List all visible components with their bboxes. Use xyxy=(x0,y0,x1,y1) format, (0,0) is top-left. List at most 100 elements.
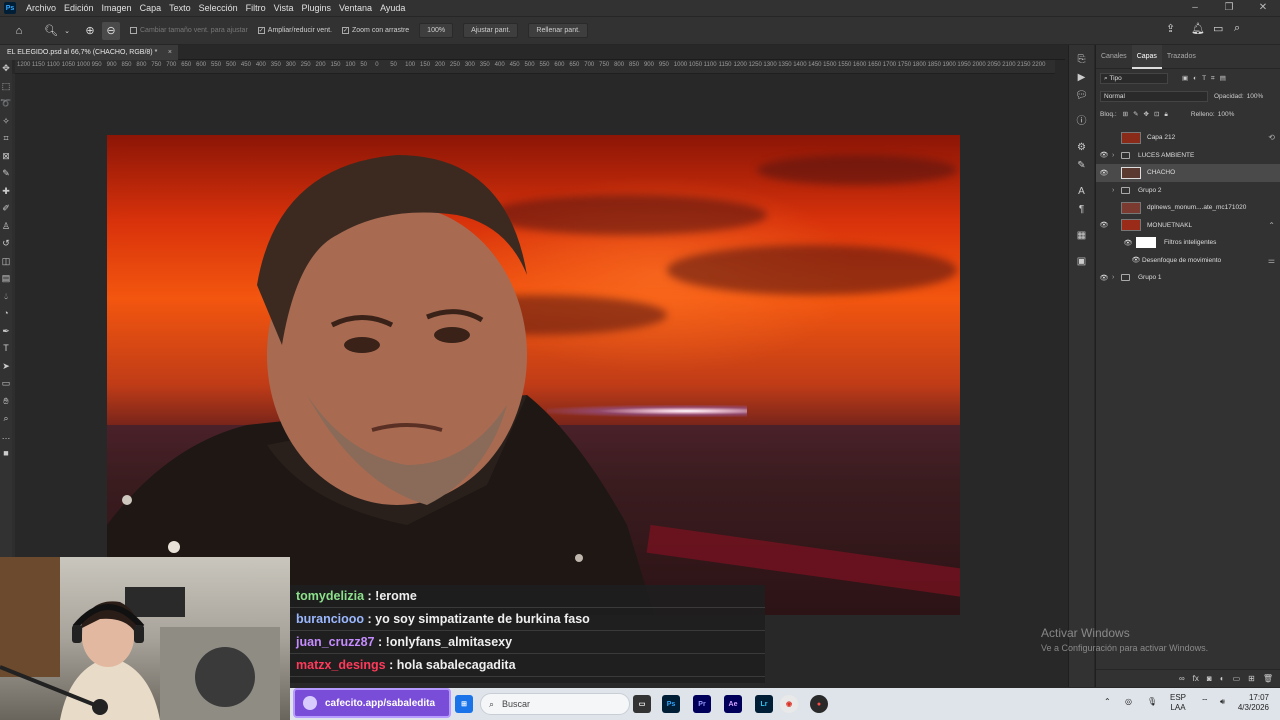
dodge-tool-icon[interactable]: ◔ xyxy=(3,305,8,323)
task-view-icon[interactable]: ▭ xyxy=(633,695,651,713)
magic-wand-icon[interactable]: ✧ xyxy=(2,113,10,131)
adjustment-layer-icon[interactable]: ◐ xyxy=(1220,674,1225,683)
frame-tool-icon[interactable]: ⊠ xyxy=(2,148,10,166)
link-layers-icon[interactable]: ∞ xyxy=(1179,674,1185,683)
lightroom-taskbar-icon[interactable]: Lr xyxy=(755,695,773,713)
wifi-icon[interactable]: ⌔ xyxy=(1201,697,1209,707)
chevron-right-icon[interactable]: › xyxy=(1112,187,1121,194)
adjustments-icon[interactable]: ⚙ xyxy=(1077,139,1086,157)
eye-icon[interactable]: 👁︎ xyxy=(1096,274,1112,282)
healing-brush-icon[interactable]: ✚ xyxy=(2,183,10,201)
after-effects-taskbar-icon[interactable]: Ae xyxy=(724,695,742,713)
trash-icon[interactable]: 🗑︎ xyxy=(1263,674,1273,683)
minimize-icon[interactable]: – xyxy=(1178,0,1212,16)
zoom-resize-checkbox[interactable]: ✓ Ampliar/reducir vent. xyxy=(257,27,332,34)
menu-seleccion[interactable]: Selección xyxy=(195,3,242,13)
eye-icon[interactable]: 👁︎ xyxy=(1096,169,1112,177)
chevron-right-icon[interactable]: › xyxy=(1112,274,1121,281)
volume-icon[interactable]: 🔊︎ xyxy=(1220,697,1225,707)
zoom-in-icon[interactable]: ⊕ xyxy=(81,22,99,40)
language-indicator[interactable]: ESP LAA xyxy=(1170,693,1186,713)
lasso-tool-icon[interactable]: ➰ xyxy=(0,95,11,113)
move-tool-icon[interactable]: ✥ xyxy=(2,60,10,78)
tab-close-icon[interactable]: × xyxy=(168,45,172,60)
layer-row[interactable]: Capa 212 ⟲ xyxy=(1096,129,1280,147)
microphone-icon[interactable]: 🎙︎ xyxy=(1147,697,1157,706)
layer-row[interactable]: › Grupo 2 xyxy=(1096,182,1280,200)
eye-icon[interactable]: 👁︎ xyxy=(1130,256,1142,264)
stamp-tool-icon[interactable]: ♙ xyxy=(2,218,10,236)
menu-archivo[interactable]: Archivo xyxy=(22,3,60,13)
eye-icon[interactable]: 👁︎ xyxy=(1120,239,1136,247)
share-icon[interactable]: ⇪ xyxy=(1166,22,1175,35)
home-icon[interactable]: ⌂ xyxy=(10,22,28,40)
character-icon[interactable]: A xyxy=(1078,183,1085,201)
collapse-icon[interactable]: ⌃ xyxy=(1268,221,1275,230)
gradient-tool-icon[interactable]: ▤ xyxy=(2,270,11,288)
hand-tool-icon[interactable]: ✋︎ xyxy=(3,393,8,411)
blend-mode-select[interactable]: Normal xyxy=(1100,90,1208,102)
windows-start-icon[interactable]: ⊞ xyxy=(455,695,473,713)
actions-icon[interactable]: ▶ xyxy=(1078,69,1086,87)
resize-windows-checkbox[interactable]: Cambiar tamaño vent. para ajustar xyxy=(130,27,248,34)
fx-icon[interactable]: fx xyxy=(1193,674,1199,683)
layer-row[interactable]: 👁︎ › Grupo 1 xyxy=(1096,269,1280,287)
scrubby-zoom-checkbox[interactable]: ✓ Zoom con arrastre xyxy=(341,27,409,34)
crop-tool-icon[interactable]: ⌗ xyxy=(3,130,8,148)
zoom-value-field[interactable]: 100% xyxy=(419,23,454,38)
filter-row[interactable]: 👁︎ Desenfoque de movimiento ⚌ xyxy=(1096,252,1280,270)
eye-icon[interactable]: 👁︎ xyxy=(1096,221,1112,229)
history-brush-icon[interactable]: ↺ xyxy=(2,235,10,253)
new-layer-icon[interactable]: ⊞ xyxy=(1248,674,1255,683)
fill-screen-button[interactable]: Rellenar pant. xyxy=(528,23,588,38)
network-icon[interactable]: ◎ xyxy=(1125,697,1132,706)
menu-vista[interactable]: Vista xyxy=(270,3,298,13)
filter-icons[interactable]: ▣◐T⌗▤ xyxy=(1182,74,1231,83)
layer-row[interactable]: 👁︎ › LUCES AMBIENTE xyxy=(1096,147,1280,165)
chevron-down-icon[interactable]: ⌄ xyxy=(63,22,71,40)
premiere-taskbar-icon[interactable]: Pr xyxy=(693,695,711,713)
eye-icon[interactable]: 👁︎ xyxy=(1096,151,1112,159)
chrome-taskbar-icon[interactable]: ◉ xyxy=(780,695,798,713)
photoshop-taskbar-icon[interactable]: Ps xyxy=(662,695,680,713)
libraries-icon[interactable]: ▦ xyxy=(1077,227,1086,245)
restore-icon[interactable]: ❐ xyxy=(1212,0,1246,16)
add-mask-icon[interactable]: ◙ xyxy=(1207,674,1212,683)
shape-tool-icon[interactable]: ▭ xyxy=(2,375,11,393)
filter-options-icon[interactable]: ⚌ xyxy=(1268,256,1275,265)
chevron-right-icon[interactable]: › xyxy=(1112,152,1121,159)
layer-row[interactable]: 👁︎ MONUETNAKL ⌃ xyxy=(1096,217,1280,235)
tab-trazados[interactable]: Trazados xyxy=(1162,45,1201,69)
info-icon[interactable]: ⓘ xyxy=(1077,113,1087,131)
document-tab[interactable]: EL ELEGIDO.psd al 66,7% (CHACHO, RGB/8) … xyxy=(0,45,178,60)
new-group-icon[interactable]: ▭ xyxy=(1233,674,1241,683)
layer-row-selected[interactable]: 👁︎ CHACHO xyxy=(1096,164,1280,182)
eraser-icon[interactable]: ◫ xyxy=(2,253,11,271)
image-icon[interactable]: ▣ xyxy=(1077,253,1086,271)
eyedropper-icon[interactable]: ✎ xyxy=(2,165,10,183)
menu-capa[interactable]: Capa xyxy=(136,3,166,13)
menu-edicion[interactable]: Edición xyxy=(60,3,98,13)
paragraph-icon[interactable]: ¶ xyxy=(1079,201,1084,219)
artwork-canvas[interactable] xyxy=(107,135,960,615)
fill-value[interactable]: 100% xyxy=(1218,111,1235,118)
taskbar-search[interactable]: ⌕ Buscar xyxy=(480,693,630,715)
lock-icons[interactable]: ⊞✎✥⊡🔒︎ xyxy=(1123,110,1173,119)
zoom-tool-icon[interactable]: 🔍︎ xyxy=(42,22,60,40)
tab-canales[interactable]: Canales xyxy=(1096,45,1132,69)
smart-filters-row[interactable]: 👁︎ Filtros inteligentes xyxy=(1096,234,1280,252)
tab-capas[interactable]: Capas xyxy=(1131,44,1162,69)
pen-tool-icon[interactable]: ✒ xyxy=(2,323,10,341)
clock[interactable]: 17:07 4/3/2026 xyxy=(1233,693,1269,713)
type-tool-icon[interactable]: T xyxy=(3,340,9,358)
menu-ventana[interactable]: Ventana xyxy=(335,3,376,13)
workspace-icon[interactable]: ▭ xyxy=(1213,22,1223,35)
history-icon[interactable]: ⎘ xyxy=(1078,51,1086,69)
brush-tool-icon[interactable]: ✐ xyxy=(2,200,10,218)
brush-settings-icon[interactable]: ✎ xyxy=(1077,157,1085,175)
bell-icon[interactable]: 🔔︎ xyxy=(1191,22,1205,35)
zoom-tool-side-icon[interactable]: ⌕ xyxy=(3,410,8,428)
menu-ayuda[interactable]: Ayuda xyxy=(376,3,409,13)
menu-texto[interactable]: Texto xyxy=(165,3,195,13)
fit-screen-button[interactable]: Ajustar pant. xyxy=(463,23,519,38)
